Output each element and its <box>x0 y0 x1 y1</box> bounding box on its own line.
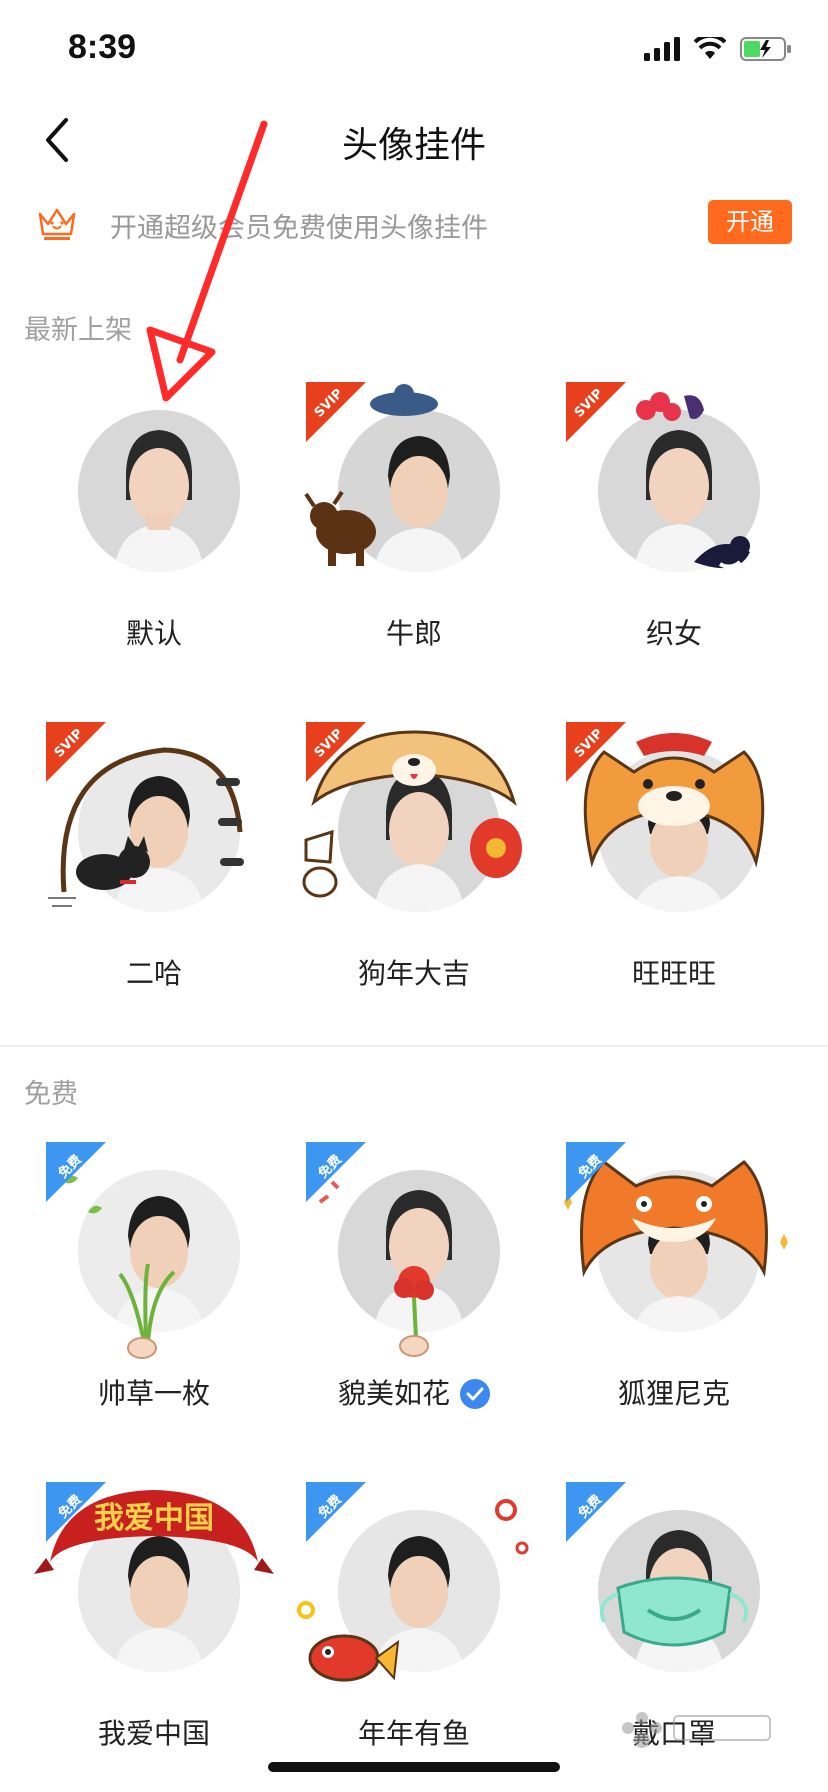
item-label: 织女 <box>645 617 702 650</box>
free-tag: 免费 <box>46 1142 106 1202</box>
home-indicator[interactable] <box>268 1762 560 1772</box>
svip-tag: SVIP <box>566 722 626 782</box>
crown-icon <box>36 204 78 244</box>
item-label: 貌美如花 <box>284 1372 544 1412</box>
section-title-newest: 最新上架 <box>24 315 132 346</box>
section-title-free: 免费 <box>24 1079 78 1110</box>
nav-bar: 头像挂件 <box>0 100 828 180</box>
page-title: 头像挂件 <box>341 125 486 166</box>
free-tag: 免费 <box>566 1482 626 1542</box>
svip-tag: SVIP <box>306 722 366 782</box>
item-label: 狐狸尼克 <box>617 1377 730 1410</box>
pendant-item-huli-nike[interactable]: 免费 狐狸尼克 <box>544 1142 804 1432</box>
svip-tag: SVIP <box>566 382 626 442</box>
item-label: 二哈 <box>125 957 182 990</box>
svip-promo-bar: 开通超级会员免费使用头像挂件 开通 <box>0 196 828 256</box>
item-label-text: 貌美如花 <box>337 1377 450 1410</box>
pendant-item-default[interactable]: 默认 <box>24 382 284 672</box>
pendant-item-niulang[interactable]: SVIP 牛郎 <box>284 382 544 672</box>
pendant-item-gounian-daji[interactable]: SVIP 狗年大吉 <box>284 722 544 1012</box>
free-tag: 免费 <box>306 1482 366 1542</box>
wifi-icon <box>694 37 726 59</box>
battery-icon <box>740 37 791 61</box>
open-svip-button[interactable]: 开通 <box>708 200 792 244</box>
item-label: 狗年大吉 <box>357 957 470 990</box>
free-tag: 免费 <box>566 1142 626 1202</box>
pendant-item-wangwangwang[interactable]: SVIP 旺旺旺 <box>544 722 804 1012</box>
watermark-logo <box>622 1712 771 1748</box>
item-label: 我爱中国 <box>97 1717 210 1750</box>
check-icon <box>460 1379 490 1409</box>
avatar <box>78 410 240 572</box>
status-time: 8:39 <box>68 28 137 66</box>
promo-text: 开通超级会员免费使用头像挂件 <box>110 213 488 244</box>
item-label: 牛郎 <box>385 617 442 650</box>
pendant-item-woai-zhongguo[interactable]: 我爱中国 免费 我爱中国 <box>24 1482 284 1772</box>
item-label: 默认 <box>125 617 182 650</box>
item-label: 年年有鱼 <box>357 1717 470 1750</box>
pendant-item-niannian-youyu[interactable]: 免费 年年有鱼 <box>284 1482 544 1772</box>
free-tag: 免费 <box>46 1482 106 1542</box>
pendant-item-erha[interactable]: SVIP 二哈 <box>24 722 284 1012</box>
free-tag: 免费 <box>306 1142 366 1202</box>
svip-tag: SVIP <box>306 382 366 442</box>
status-icons <box>644 34 792 64</box>
item-label: 帅草一枚 <box>97 1377 210 1410</box>
pendant-item-maomeiruhua[interactable]: 免费 貌美如花 <box>284 1142 544 1432</box>
status-bar: 8:39 <box>0 0 828 100</box>
section-divider <box>0 1045 828 1047</box>
item-label: 旺旺旺 <box>631 957 716 990</box>
pendant-item-zhinv[interactable]: SVIP 织女 <box>544 382 804 672</box>
svip-tag: SVIP <box>46 722 106 782</box>
signal-icon <box>644 37 680 61</box>
pendant-item-shuaicao[interactable]: 免费 帅草一枚 <box>24 1142 284 1432</box>
